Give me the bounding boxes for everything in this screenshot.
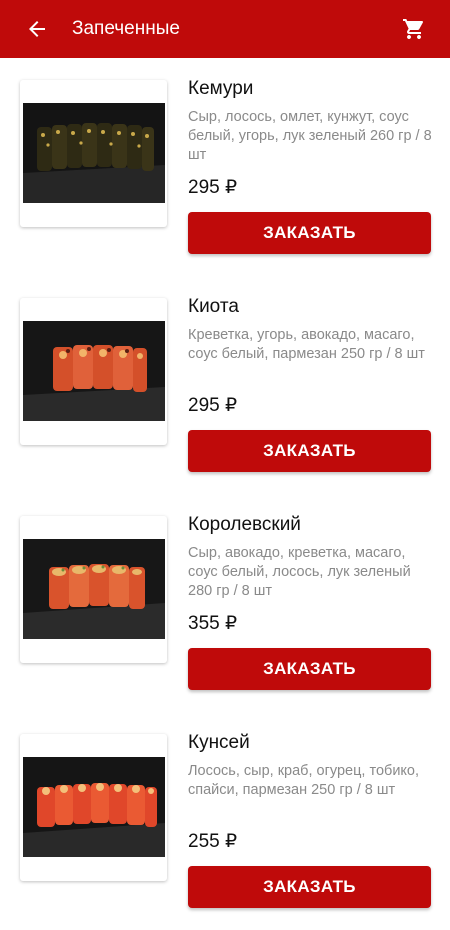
order-button[interactable]: ЗАКАЗАТЬ xyxy=(188,648,431,690)
product-price: 295 ₽ xyxy=(188,395,238,416)
product-image-card[interactable] xyxy=(20,298,167,445)
product-image xyxy=(23,321,165,421)
product-description: Сыр, авокадо, креветка, масаго, соус бел… xyxy=(188,545,411,599)
product-name: Королевский xyxy=(188,514,301,535)
product-price: 295 ₽ xyxy=(188,177,238,198)
back-button[interactable] xyxy=(8,0,66,58)
product-image-card[interactable] xyxy=(20,80,167,227)
product-card: Кемури Сыр, лосось, омлет, кунжут, соус … xyxy=(0,58,450,276)
product-card: Кунсей Лосось, сыр, краб, огурец, тобико… xyxy=(0,712,450,930)
product-image-card[interactable] xyxy=(20,516,167,663)
product-image xyxy=(23,539,165,639)
page-title: Запеченные xyxy=(72,18,180,39)
product-description: Сыр, лосось, омлет, кунжут, соус белый, … xyxy=(188,109,432,163)
order-button[interactable]: ЗАКАЗАТЬ xyxy=(188,866,431,908)
product-description: Лосось, сыр, краб, огурец, тобико, спайс… xyxy=(188,763,420,798)
product-name: Киота xyxy=(188,296,239,317)
product-list: Кемури Сыр, лосось, омлет, кунжут, соус … xyxy=(0,58,450,930)
order-button[interactable]: ЗАКАЗАТЬ xyxy=(188,430,431,472)
arrow-left-icon xyxy=(29,21,45,37)
product-price: 255 ₽ xyxy=(188,831,238,852)
product-description: Креветка, угорь, авокадо, масаго, соус б… xyxy=(188,327,425,362)
shopping-cart-icon xyxy=(403,19,424,39)
product-card: Королевский Сыр, авокадо, креветка, маса… xyxy=(0,494,450,712)
product-card: Киота Креветка, угорь, авокадо, масаго, … xyxy=(0,276,450,494)
order-button[interactable]: ЗАКАЗАТЬ xyxy=(188,212,431,254)
product-name: Кунсей xyxy=(188,732,250,753)
product-image xyxy=(23,757,165,857)
app-bar: Запеченные xyxy=(0,0,450,58)
product-image xyxy=(23,103,165,203)
cart-button[interactable] xyxy=(390,0,438,58)
product-image-card[interactable] xyxy=(20,734,167,881)
product-price: 355 ₽ xyxy=(188,613,238,634)
product-name: Кемури xyxy=(188,78,254,99)
